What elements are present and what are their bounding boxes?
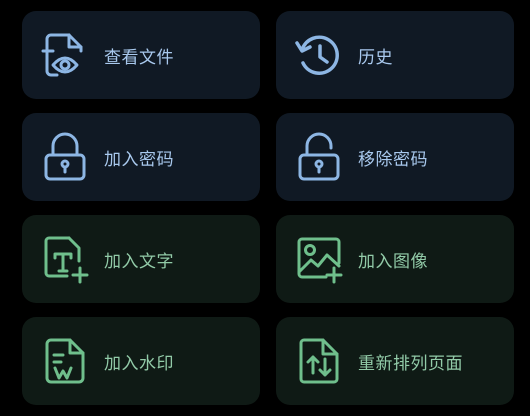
add-image-label: 加入图像 — [358, 251, 428, 272]
add-text-label: 加入文字 — [104, 251, 174, 272]
add-watermark-label: 加入水印 — [104, 353, 174, 374]
view-file-button[interactable]: 查看文件 — [22, 11, 260, 99]
lock-closed-icon — [39, 131, 91, 183]
add-image-button[interactable]: 加入图像 — [276, 215, 514, 303]
add-text-button[interactable]: 加入文字 — [22, 215, 260, 303]
view-file-label: 查看文件 — [104, 47, 174, 68]
history-label: 历史 — [358, 47, 393, 68]
history-clock-icon — [293, 29, 345, 81]
add-password-button[interactable]: 加入密码 — [22, 113, 260, 201]
add-text-icon — [39, 233, 91, 285]
reorder-pages-icon — [293, 335, 345, 387]
tools-grid: 查看文件 历史 加入密码 移除密码 加入文字 加入图像 加入水印 重新排列页面 — [22, 11, 514, 405]
add-watermark-button[interactable]: 加入水印 — [22, 317, 260, 405]
reorder-pages-label: 重新排列页面 — [358, 353, 463, 374]
remove-password-button[interactable]: 移除密码 — [276, 113, 514, 201]
reorder-pages-button[interactable]: 重新排列页面 — [276, 317, 514, 405]
view-file-eye-icon — [39, 29, 91, 81]
add-password-label: 加入密码 — [104, 149, 174, 170]
remove-password-label: 移除密码 — [358, 149, 428, 170]
lock-open-icon — [293, 131, 345, 183]
history-button[interactable]: 历史 — [276, 11, 514, 99]
add-watermark-icon — [39, 335, 91, 387]
add-image-icon — [293, 233, 345, 285]
